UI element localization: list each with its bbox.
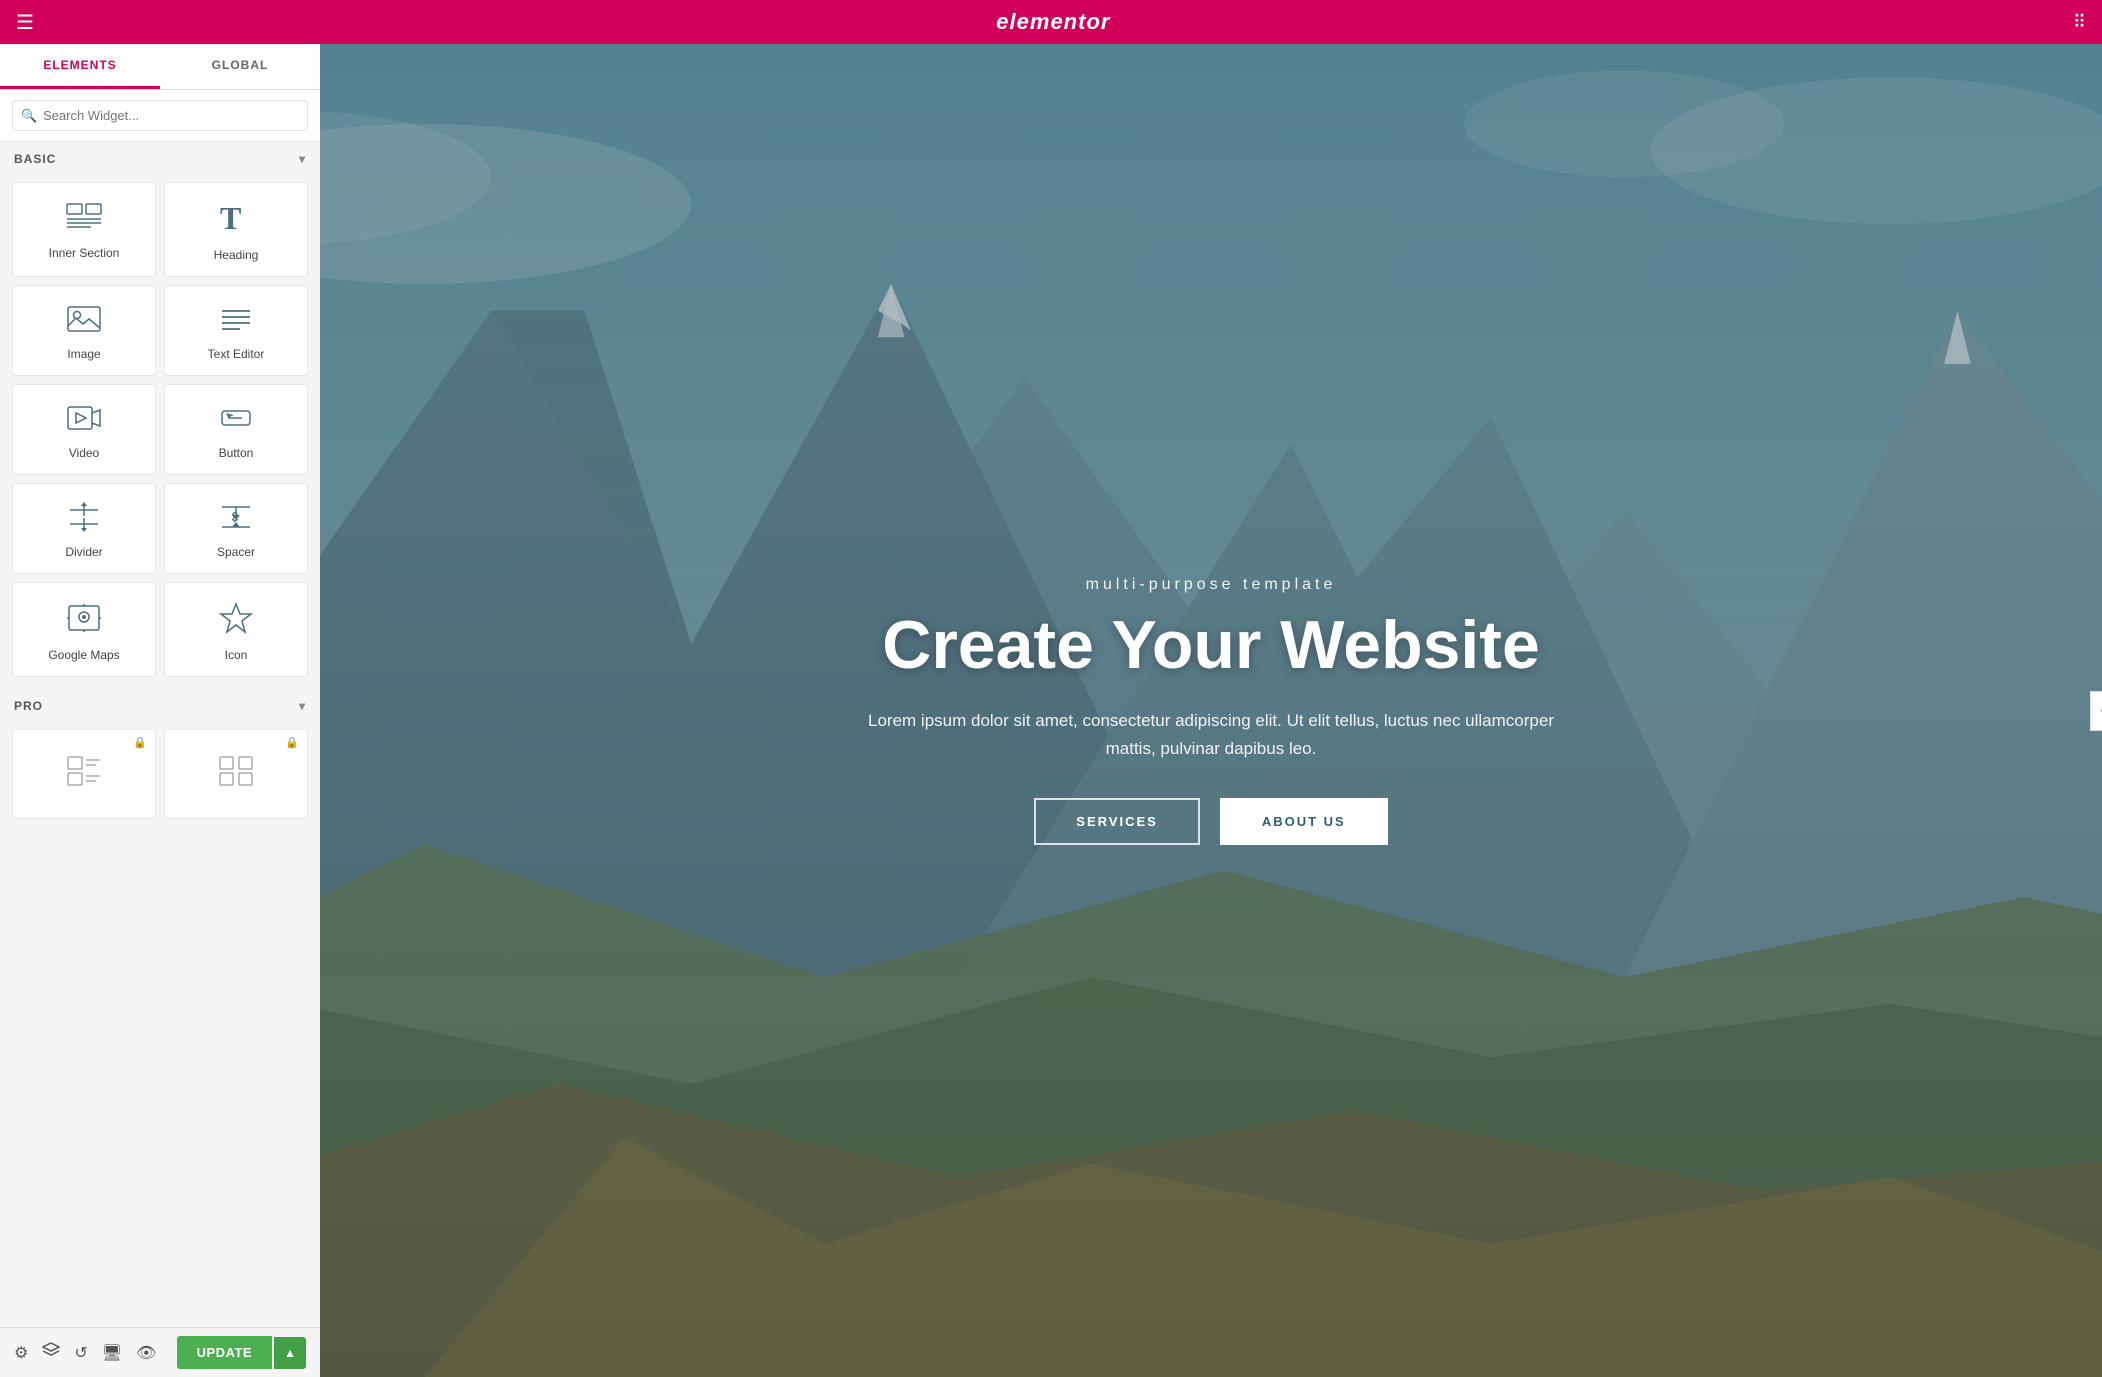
video-icon — [66, 403, 102, 438]
hero-buttons: SERVICES ABOUT US — [861, 798, 1561, 845]
search-icon: 🔍 — [21, 108, 37, 124]
pro-list-icon — [66, 753, 102, 792]
gear-icon[interactable]: ⚙ — [14, 1343, 28, 1363]
bottom-icons: ⚙ ↺ 🖥 👁 — [14, 1341, 156, 1364]
canvas-background: multi-purpose template Create Your Websi… — [320, 44, 2102, 1377]
update-button[interactable]: UPDATE — [177, 1336, 272, 1369]
divider-icon — [66, 502, 102, 537]
section-pro-label: PRO — [14, 699, 43, 713]
widget-google-maps[interactable]: Google Maps — [12, 582, 156, 677]
hero-title: Create Your Website — [861, 608, 1561, 683]
widget-image[interactable]: Image — [12, 285, 156, 376]
widget-video-label: Video — [69, 446, 99, 460]
chevron-down-icon-pro: ▾ — [299, 699, 306, 713]
hero-description: Lorem ipsum dolor sit amet, consectetur … — [861, 707, 1561, 765]
heading-icon: T — [218, 201, 254, 240]
layers-icon[interactable] — [42, 1341, 60, 1364]
top-bar: ☰ elementor ⠿ — [0, 0, 2102, 44]
widget-heading-label: Heading — [214, 248, 259, 262]
history-icon[interactable]: ↺ — [74, 1343, 87, 1363]
button-icon — [218, 403, 254, 438]
widget-inner-section[interactable]: Inner Section — [12, 182, 156, 277]
collapse-handle[interactable]: ‹ — [2090, 691, 2102, 731]
canvas-content: multi-purpose template Create Your Websi… — [320, 44, 2102, 1377]
bottom-bar: ⚙ ↺ 🖥 👁 UPDATE ▲ — [0, 1327, 320, 1377]
widget-text-editor-label: Text Editor — [208, 347, 265, 361]
search-input[interactable] — [12, 100, 308, 131]
elementor-logo: elementor — [996, 9, 1110, 35]
widget-spacer-label: Spacer — [217, 545, 255, 559]
inner-section-icon — [66, 203, 102, 238]
hero-overlay: multi-purpose template Create Your Websi… — [821, 576, 1601, 846]
grid-menu-icon[interactable]: ⠿ — [2073, 12, 2086, 33]
eye-icon[interactable]: 👁 — [136, 1343, 156, 1363]
section-basic-label: BASIC — [14, 152, 56, 166]
text-editor-icon — [218, 304, 254, 339]
widget-video[interactable]: Video — [12, 384, 156, 475]
section-basic[interactable]: BASIC ▾ — [0, 142, 320, 176]
icon-widget-icon — [218, 601, 254, 640]
svg-text:⇕: ⇕ — [229, 509, 241, 525]
widget-spacer[interactable]: ⇕ Spacer — [164, 483, 308, 574]
spacer-icon: ⇕ — [218, 502, 254, 537]
chevron-down-icon: ▾ — [299, 152, 306, 166]
services-button[interactable]: SERVICES — [1034, 798, 1200, 845]
widget-divider-label: Divider — [65, 545, 102, 559]
pro-widgets-grid: 🔒 🔒 — [0, 723, 320, 831]
widget-heading[interactable]: T Heading — [164, 182, 308, 277]
canvas-area: ‹ — [320, 44, 2102, 1377]
pro-grid-icon — [218, 753, 254, 792]
desktop-icon[interactable]: 🖥 — [102, 1343, 122, 1363]
about-us-button[interactable]: ABOUT US — [1220, 798, 1388, 845]
update-area: UPDATE ▲ — [177, 1336, 306, 1369]
update-dropdown-button[interactable]: ▲ — [274, 1337, 306, 1369]
widget-button[interactable]: Button — [164, 384, 308, 475]
widget-pro-1[interactable]: 🔒 — [12, 729, 156, 819]
basic-widgets-grid: Inner Section T Heading — [0, 176, 320, 689]
widget-inner-section-label: Inner Section — [49, 246, 120, 260]
widget-icon-label: Icon — [225, 648, 248, 662]
main-layout: ELEMENTS GLOBAL 🔍 BASIC ▾ — [0, 44, 2102, 1377]
hamburger-menu-icon[interactable]: ☰ — [16, 10, 34, 35]
search-area: 🔍 — [0, 90, 320, 142]
widget-pro-2[interactable]: 🔒 — [164, 729, 308, 819]
widget-button-label: Button — [219, 446, 254, 460]
widget-divider[interactable]: Divider — [12, 483, 156, 574]
sidebar-scroll: BASIC ▾ Inner Section — [0, 142, 320, 1327]
lock-icon-pro2: 🔒 — [285, 736, 299, 749]
section-pro[interactable]: PRO ▾ — [0, 689, 320, 723]
sidebar-tabs: ELEMENTS GLOBAL — [0, 44, 320, 90]
lock-icon-pro1: 🔒 — [133, 736, 147, 749]
widget-icon[interactable]: Icon — [164, 582, 308, 677]
sidebar: ELEMENTS GLOBAL 🔍 BASIC ▾ — [0, 44, 320, 1377]
maps-icon — [66, 601, 102, 640]
image-icon — [66, 304, 102, 339]
tab-elements[interactable]: ELEMENTS — [0, 44, 160, 89]
widget-image-label: Image — [67, 347, 100, 361]
widget-text-editor[interactable]: Text Editor — [164, 285, 308, 376]
hero-subtitle: multi-purpose template — [861, 576, 1561, 594]
tab-global[interactable]: GLOBAL — [160, 44, 320, 89]
widget-google-maps-label: Google Maps — [48, 648, 119, 662]
svg-text:T: T — [220, 201, 241, 235]
